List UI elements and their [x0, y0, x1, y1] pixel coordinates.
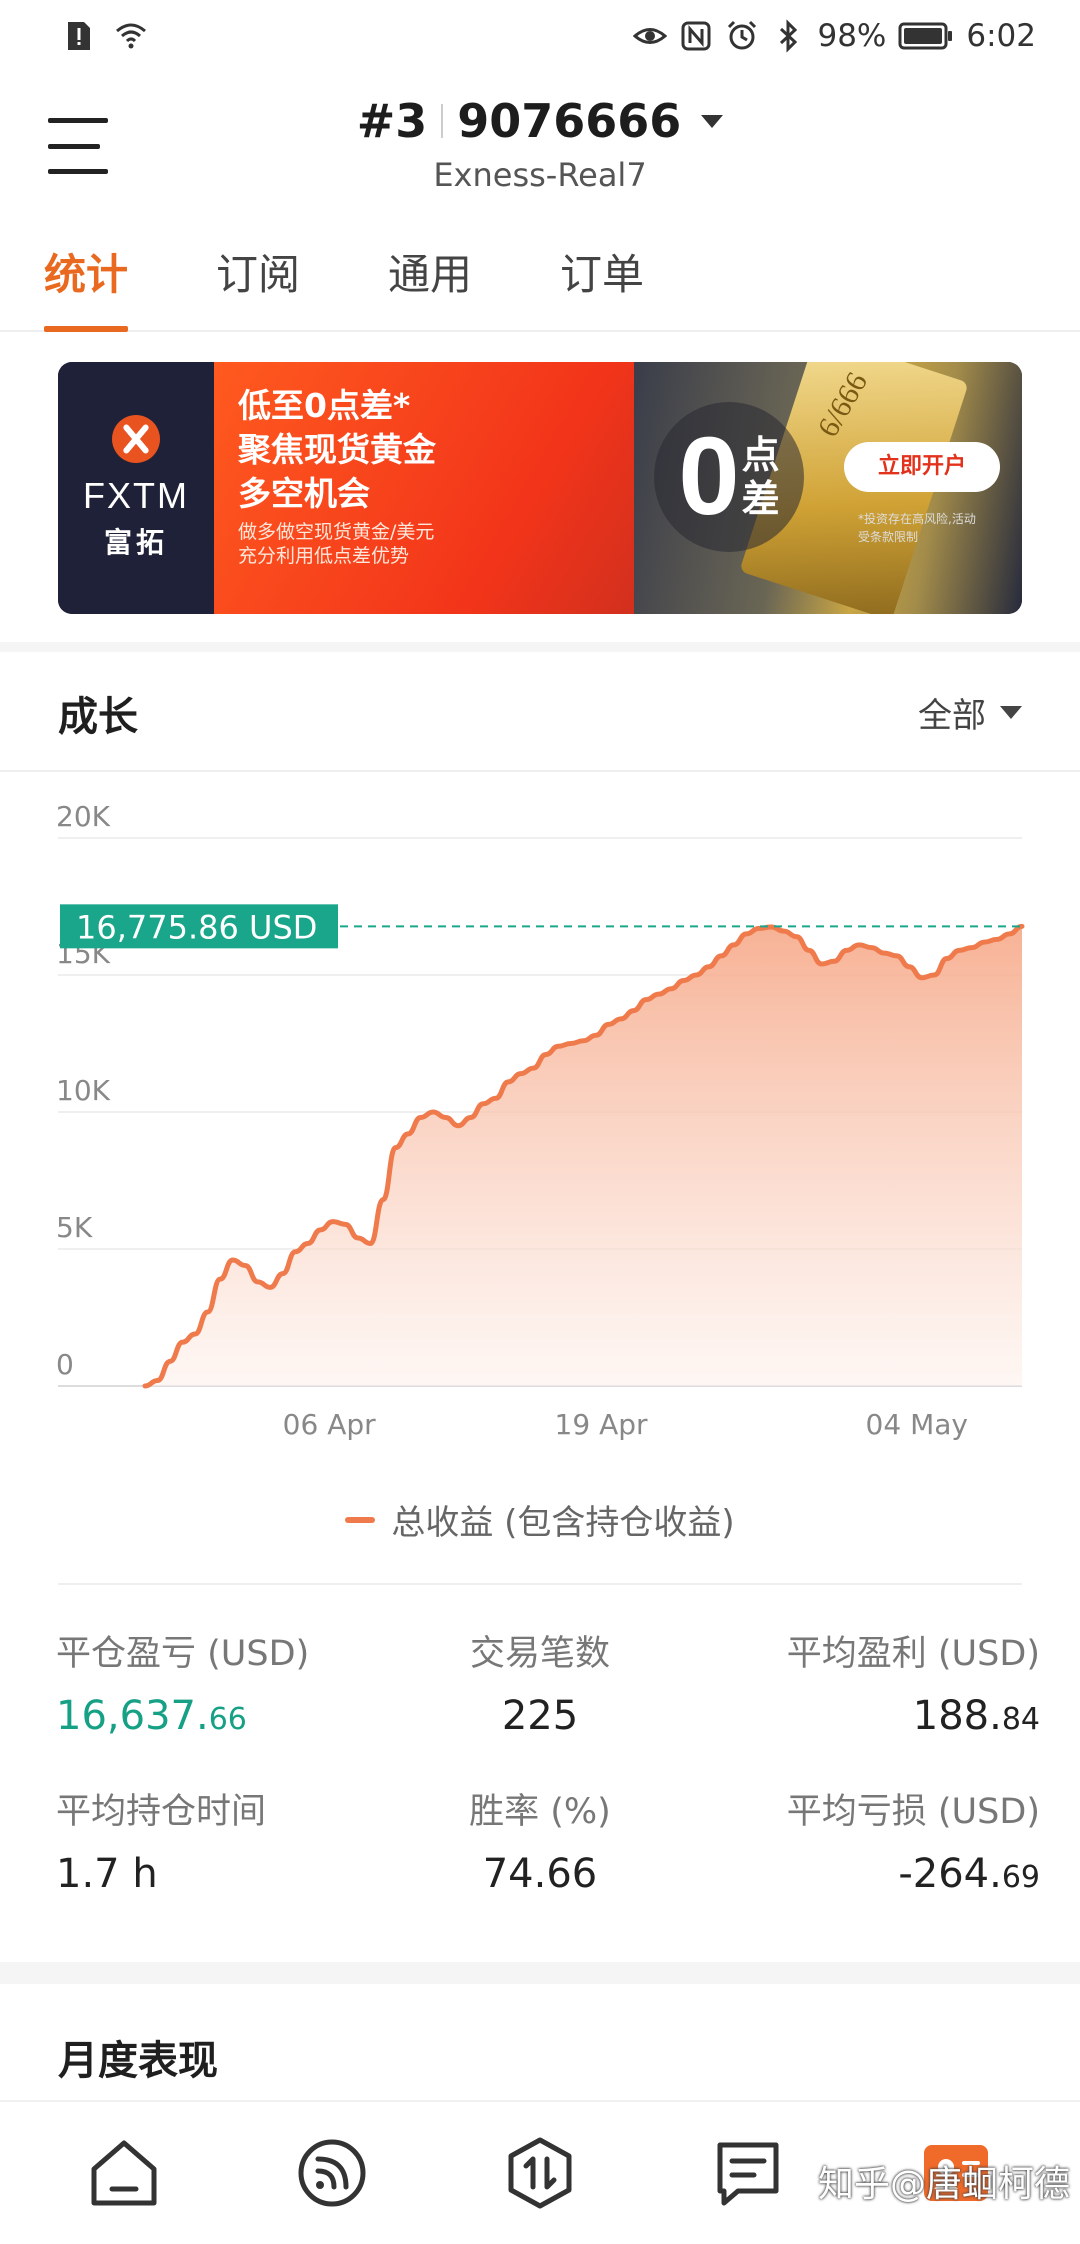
banner-headline-1: 低至0点差*: [238, 386, 411, 425]
range-label: 全部: [918, 696, 986, 736]
stat-label: 交易笔数: [469, 1634, 610, 1674]
nav-feed[interactable]: [287, 2128, 377, 2218]
banner-promo-text: 低至0点差* 聚焦现货黄金 多空机会 做多做空现货黄金/美元 充分利用低点差优势: [214, 362, 634, 614]
app-header: #3 9076666 Exness-Real7: [0, 90, 1080, 210]
monthly-title: 月度表现: [58, 2038, 218, 2084]
nav-home[interactable]: [79, 2128, 169, 2218]
tab-bar: 统计 订阅 通用 订单: [0, 238, 1080, 332]
y-tick-label: 0: [56, 1348, 74, 1381]
stat-label: 平均持仓时间: [56, 1792, 267, 1832]
stat-win-rate: 胜率 (%) 74.66: [373, 1783, 706, 1897]
nfc-icon: [681, 21, 711, 51]
stat-label: 胜率 (%): [469, 1792, 611, 1832]
sim-alert-icon: [68, 22, 90, 50]
banner-headline-2: 聚焦现货黄金: [238, 430, 436, 469]
stat-value: -264.69: [898, 1851, 1040, 1897]
banner-sub-1: 做多做空现货黄金/美元: [238, 521, 435, 543]
y-tick-label: 10K: [56, 1074, 111, 1107]
status-bar: 98% 6:02: [0, 0, 1080, 72]
tab-subscribe[interactable]: 订阅: [216, 238, 300, 332]
x-tick-label: 19 Apr: [555, 1408, 648, 1441]
banner-headline-3: 多空机会: [238, 474, 370, 513]
banner-disclaimer: *投资存在高风险,活动受条款限制: [858, 512, 976, 544]
x-tick-label: 04 May: [866, 1408, 968, 1441]
growth-chart[interactable]: 20K 15K 10K 5K 0 16,775.86 USD 06 Apr 19 Apr 04 …: [0, 780, 1080, 1540]
open-account-button[interactable]: 立即开户: [844, 442, 1000, 492]
stat-avg-loss: 平均亏损 (USD) -264.69: [707, 1783, 1040, 1897]
stat-value: 74.66: [482, 1851, 598, 1897]
stat-value: 188.84: [912, 1693, 1040, 1739]
stats-grid: 平仓盈亏 (USD) 16,637.66 交易笔数 225 平均盈利 (USD)…: [40, 1625, 1040, 1897]
equity-area: [145, 926, 1022, 1386]
news-icon: [717, 2142, 779, 2206]
clock: 6:02: [966, 18, 1036, 54]
zero-spread-label-1: 点: [741, 433, 780, 477]
stat-value: 16,637.66: [56, 1693, 247, 1739]
tab-general[interactable]: 通用: [388, 238, 472, 332]
chevron-down-icon: [1000, 706, 1022, 719]
banner-sub-2: 充分利用低点差优势: [238, 545, 410, 567]
battery-percent: 98%: [817, 18, 887, 54]
fxtm-logo: FXTM 富拓: [58, 362, 214, 614]
chart-legend[interactable]: 总收益 (包含持仓收益): [0, 1495, 1080, 1544]
banner-brand: FXTM: [83, 475, 189, 516]
legend-swatch: [345, 1516, 376, 1523]
battery-icon: [898, 22, 953, 50]
feed-icon: [298, 2139, 366, 2207]
stat-value: 225: [501, 1693, 579, 1739]
stat-value: 1.7 h: [56, 1851, 158, 1897]
banner-art: 6/666 0 点 差 立即开户 *投资存在高风险,活动受条款限制: [634, 362, 1022, 614]
nav-trade[interactable]: [495, 2128, 585, 2218]
range-dropdown[interactable]: 全部: [918, 688, 1022, 737]
server-name: Exness-Real7: [433, 156, 647, 194]
section-divider: [0, 1962, 1080, 1984]
trade-icon: [508, 2137, 572, 2209]
home-icon: [91, 2140, 157, 2206]
y-tick-label: 5K: [56, 1211, 93, 1244]
stat-avg-profit: 平均盈利 (USD) 188.84: [707, 1625, 1040, 1739]
banner-brand-cn: 富拓: [103, 526, 168, 559]
bluetooth-icon: [780, 19, 798, 53]
stat-trade-count: 交易笔数 225: [373, 1625, 706, 1739]
account-selector[interactable]: #3 9076666: [0, 94, 1080, 148]
account-separator: [441, 104, 444, 138]
nav-news[interactable]: [703, 2128, 793, 2218]
account-number: 9076666: [457, 94, 682, 148]
fxtm-logo-icon: [112, 415, 160, 463]
legend-label: 总收益 (包含持仓收益): [391, 1503, 735, 1543]
tab-statistics[interactable]: 统计: [44, 238, 129, 332]
wifi-icon: [116, 23, 146, 49]
x-tick-label: 06 Apr: [283, 1408, 376, 1441]
zero-spread-number: 0: [678, 415, 740, 538]
growth-chart-svg: 20K15K10K5K016,775.86 USD06 Apr 19 Apr 04 …: [56, 800, 1025, 1441]
alarm-icon: [728, 20, 757, 50]
stat-label: 平均盈利 (USD): [786, 1634, 1040, 1674]
chevron-down-icon: [701, 114, 724, 128]
current-value-label: 16,775.86 USD: [76, 908, 317, 946]
promo-banner[interactable]: FXTM 富拓 低至0点差* 聚焦现货黄金 多空机会 做多做空现货黄金/美元 充…: [58, 362, 1022, 614]
growth-title: 成长: [58, 694, 138, 740]
stat-closed-pnl: 平仓盈亏 (USD) 16,637.66: [40, 1625, 373, 1739]
stat-label: 平均亏损 (USD): [786, 1792, 1040, 1832]
zero-spread-label-2: 差: [741, 477, 780, 521]
account-index: #3: [356, 94, 428, 148]
section-divider: [0, 642, 1080, 652]
stat-avg-hold-time: 平均持仓时间 1.7 h: [40, 1783, 373, 1897]
eye-icon: [633, 28, 668, 44]
stat-label: 平仓盈亏 (USD): [56, 1634, 310, 1674]
divider: [58, 1583, 1022, 1585]
watermark: 知乎@唐蛔柯德: [817, 2164, 1070, 2205]
tab-orders[interactable]: 订单: [560, 238, 644, 332]
y-tick-label: 20K: [56, 800, 111, 833]
zero-spread-badge: 0 点 差: [654, 402, 804, 552]
divider: [0, 770, 1080, 772]
